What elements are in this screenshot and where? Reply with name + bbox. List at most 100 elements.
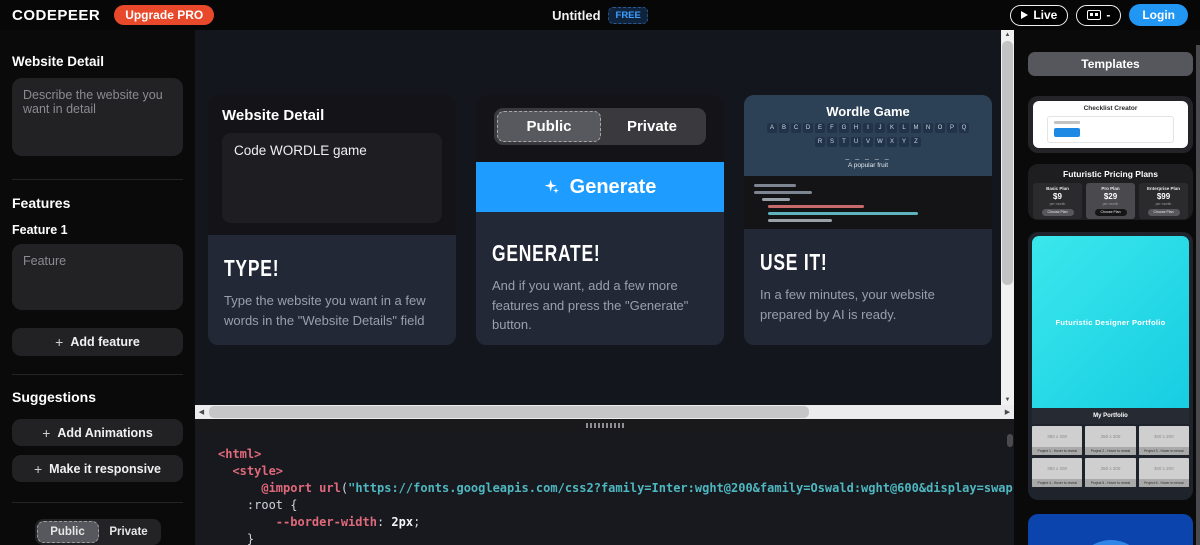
top-bar: CODEPEER Upgrade PRO Untitled FREE Live … [0, 0, 1200, 30]
card-body: USE IT! In a few minutes, your website p… [744, 229, 992, 328]
upgrade-pro-button[interactable]: Upgrade PRO [114, 5, 214, 25]
live-label: Live [1033, 8, 1057, 22]
letter-tile: Z [911, 137, 921, 147]
sparkle-icon [544, 179, 560, 195]
feature-item-label: Feature 1 [12, 223, 183, 237]
portfolio-hero: Futuristic Designer Portfolio [1032, 236, 1189, 408]
onboarding-cards: Website Detail Code WORDLE game TYPE! Ty… [195, 30, 1001, 345]
template-blue-partial[interactable] [1028, 514, 1193, 545]
letter-tile: C [791, 123, 801, 133]
code-line: } [218, 531, 1014, 545]
portfolio-projects-grid: 350 x 200Project 1 - Hover to reveal350 … [1032, 426, 1189, 487]
letter-tile: V [863, 137, 873, 147]
project-caption: Project 4 - Hover to reveal [1032, 479, 1082, 487]
record-suffix: - [1106, 8, 1110, 22]
project-caption: Project 2 - Hover to reveal [1085, 447, 1135, 455]
wordle-hint: A popular fruit [752, 162, 984, 169]
suggestions-label: Suggestions [12, 389, 183, 405]
portfolio-project: 350 x 200Project 3 - Hover to reveal [1139, 426, 1189, 455]
preview-vertical-scrollbar[interactable]: ▲ ▼ [1001, 30, 1014, 405]
demo-website-detail-label: Website Detail [222, 107, 442, 124]
portfolio-project: 350 x 200Project 1 - Hover to reveal [1032, 426, 1082, 455]
letter-tile: I [863, 123, 873, 133]
demo-private-option[interactable]: Private [601, 111, 703, 142]
divider [12, 502, 183, 503]
template-designer-portfolio[interactable]: Futuristic Designer Portfolio My Portfol… [1028, 232, 1193, 500]
project-placeholder: 350 x 200 [1032, 426, 1082, 447]
templates-header[interactable]: Templates [1028, 52, 1193, 76]
suggestion-add-animations-button[interactable]: + Add Animations [12, 419, 183, 446]
screen-record-button[interactable]: - [1076, 5, 1121, 26]
card-heading: GENERATE! [492, 240, 600, 267]
project-placeholder: 350 x 200 [1085, 426, 1135, 447]
project-caption: Project 3 - Hover to reveal [1139, 447, 1189, 455]
mini-code-preview [744, 176, 992, 229]
visibility-toggle: Public Private [35, 519, 161, 545]
scroll-down-arrow[interactable]: ▼ [1001, 397, 1014, 403]
letter-tile: G [839, 123, 849, 133]
templates-scrollbar[interactable] [1196, 45, 1200, 545]
website-preview-pane[interactable]: Website Detail Code WORDLE game TYPE! Ty… [195, 30, 1001, 405]
mini-code-line [762, 198, 790, 201]
website-detail-input[interactable] [12, 78, 183, 156]
add-feature-label: Add feature [70, 335, 139, 349]
suggestion-make-responsive-button[interactable]: + Make it responsive [12, 455, 183, 482]
plus-icon: + [42, 425, 50, 441]
project-caption: Project 6 - Hover to reveal [1139, 479, 1189, 487]
letter-tile: R [815, 137, 825, 147]
wordle-title: Wordle Game [752, 104, 984, 119]
letter-tile: W [875, 137, 885, 147]
demo-website-detail-input[interactable]: Code WORDLE game [222, 133, 442, 223]
checklist-title: Checklist Creator [1033, 105, 1188, 112]
horizontal-scroll-thumb[interactable] [209, 406, 809, 418]
demo-generate-button[interactable]: Generate [476, 162, 724, 212]
project-name[interactable]: Untitled [552, 8, 600, 23]
checklist-text-line [1054, 121, 1080, 124]
mini-code-line [768, 219, 832, 222]
mini-code-line [754, 191, 812, 194]
code-editor-scroll-thumb[interactable] [1007, 434, 1013, 447]
portfolio-project: 350 x 200Project 5 - Hover to reveal [1085, 458, 1135, 487]
templates-sidebar: Templates Checklist Creator Futuristic P… [1015, 30, 1200, 545]
add-feature-button[interactable]: + Add feature [12, 328, 183, 356]
vertical-scroll-thumb[interactable] [1002, 41, 1013, 285]
app-logo: CODEPEER [12, 7, 100, 24]
scroll-left-arrow[interactable]: ◀ [195, 408, 208, 416]
project-placeholder: 350 x 200 [1139, 426, 1189, 447]
choose-plan-button: Choose Plan [1095, 209, 1127, 216]
visibility-private-option[interactable]: Private [99, 521, 159, 543]
scroll-up-arrow[interactable]: ▲ [1001, 32, 1014, 38]
letter-tile: L [899, 123, 909, 133]
suggestion-label: Make it responsive [49, 462, 161, 476]
demo-visibility-toggle: Public Private [494, 108, 706, 145]
pricing-plans-row: Basic Plan$9per monthChoose PlanPro Plan… [1033, 183, 1188, 219]
letter-tile: X [887, 137, 897, 147]
letter-tile: E [815, 123, 825, 133]
letter-tile: Y [899, 137, 909, 147]
plan-name: Enterprise Plan [1141, 186, 1186, 191]
drag-grip-icon[interactable] [586, 423, 624, 428]
plan-price: $99 [1141, 192, 1186, 201]
demo-generate-label: Generate [570, 176, 657, 199]
preview-horizontal-scrollbar[interactable]: ◀ ▶ [195, 405, 1014, 419]
code-editor[interactable]: <html> <style> @import url("https://font… [195, 432, 1014, 545]
choose-plan-button: Choose Plan [1042, 209, 1074, 216]
card-description: In a few minutes, your website prepared … [760, 285, 976, 324]
demo-public-option[interactable]: Public [497, 111, 601, 142]
feature-input[interactable] [12, 244, 183, 310]
plan-period: per month [1088, 202, 1133, 206]
scroll-right-arrow[interactable]: ▶ [1001, 408, 1014, 416]
plus-icon: + [55, 334, 63, 350]
plan-price: $9 [1035, 192, 1080, 201]
template-futuristic-pricing[interactable]: Futuristic Pricing Plans Basic Plan$9per… [1028, 164, 1193, 220]
plan-period: per month [1035, 202, 1080, 206]
live-button[interactable]: Live [1010, 5, 1068, 26]
template-checklist-creator[interactable]: Checklist Creator [1028, 96, 1193, 153]
pricing-title: Futuristic Pricing Plans [1033, 169, 1188, 179]
login-button[interactable]: Login [1129, 4, 1188, 26]
suggestion-label: Add Animations [57, 426, 152, 440]
project-placeholder: 350 x 200 [1139, 458, 1189, 479]
panel-resize-divider[interactable] [195, 419, 1014, 432]
mini-code-line [768, 212, 918, 215]
visibility-public-option[interactable]: Public [37, 521, 99, 543]
